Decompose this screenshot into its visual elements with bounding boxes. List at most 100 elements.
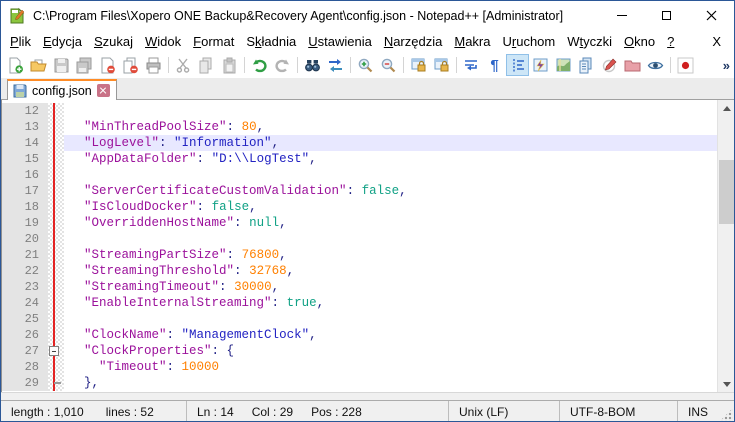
fold-marker[interactable] [48, 103, 64, 119]
code-line[interactable]: "AppDataFolder": "D:\\LogTest", [64, 151, 734, 167]
replace-icon[interactable] [324, 54, 347, 76]
monitoring-eye-icon[interactable] [644, 54, 667, 76]
status-cursor-position[interactable]: Ln : 14 Col : 29 Pos : 228 [186, 401, 448, 422]
line-number[interactable]: 29 [2, 375, 48, 391]
code-line[interactable]: "StreamingPartSize": 76800, [64, 247, 734, 263]
code-line[interactable]: "LogLevel": "Information", [64, 135, 734, 151]
menu-item[interactable]: Narzędzia [378, 32, 449, 51]
fold-marker[interactable] [48, 295, 64, 311]
gutter-margin[interactable] [48, 359, 64, 375]
edit-pencil-icon[interactable] [598, 54, 621, 76]
line-number[interactable]: 22 [2, 263, 48, 279]
fold-marker[interactable] [48, 231, 64, 247]
gutter-margin[interactable] [48, 151, 64, 167]
code-line[interactable]: "Timeout": 10000 [64, 359, 734, 375]
code-line[interactable]: }, [64, 375, 734, 391]
fold-marker[interactable] [48, 247, 64, 263]
menu-item[interactable]: Plik [4, 32, 37, 51]
line-number[interactable]: 18 [2, 199, 48, 215]
fold-marker[interactable] [48, 279, 64, 295]
gutter-margin[interactable] [48, 199, 64, 215]
code-line[interactable]: "MinThreadPoolSize": 80, [64, 119, 734, 135]
gutter-margin[interactable] [48, 343, 64, 359]
fold-marker[interactable] [48, 343, 64, 359]
menu-item[interactable]: Widok [139, 32, 187, 51]
line-number[interactable]: 12 [2, 103, 48, 119]
fold-marker[interactable] [48, 183, 64, 199]
gutter-margin[interactable] [48, 119, 64, 135]
code-line[interactable]: "OverriddenHostName": null, [64, 215, 734, 231]
line-number[interactable]: 24 [2, 295, 48, 311]
gutter-margin[interactable] [48, 215, 64, 231]
line-number[interactable]: 23 [2, 279, 48, 295]
macro-record-icon[interactable] [674, 54, 697, 76]
menu-item[interactable]: Okno [618, 32, 661, 51]
cut-icon[interactable] [172, 54, 195, 76]
code-line[interactable]: "ServerCertificateCustomValidation": fal… [64, 183, 734, 199]
undo-icon[interactable] [248, 54, 271, 76]
code-line[interactable] [64, 311, 734, 327]
code-line[interactable]: "StreamingTimeout": 30000, [64, 279, 734, 295]
maximize-button[interactable] [644, 1, 689, 30]
line-number[interactable]: 17 [2, 183, 48, 199]
menu-close-document-button[interactable]: X [702, 32, 731, 51]
tab-config-json[interactable]: config.json [7, 79, 117, 100]
gutter-margin[interactable] [48, 375, 64, 391]
line-number[interactable]: 28 [2, 359, 48, 375]
gutter-margin[interactable] [48, 247, 64, 263]
menu-item[interactable]: Uruchom [496, 32, 561, 51]
fold-marker[interactable] [48, 199, 64, 215]
gutter-margin[interactable] [48, 103, 64, 119]
gutter-margin[interactable] [48, 231, 64, 247]
copy-icon[interactable] [195, 54, 218, 76]
fold-marker[interactable] [48, 311, 64, 327]
line-number[interactable]: 13 [2, 119, 48, 135]
print-icon[interactable] [142, 54, 165, 76]
fold-marker[interactable] [48, 167, 64, 183]
word-wrap-icon[interactable] [460, 54, 483, 76]
save-all-icon[interactable] [73, 54, 96, 76]
menu-item[interactable]: Format [187, 32, 240, 51]
code-line[interactable]: "ClockProperties": { [64, 343, 734, 359]
close-button[interactable] [689, 1, 734, 30]
open-file-icon[interactable] [27, 54, 50, 76]
gutter-margin[interactable] [48, 327, 64, 343]
code-line[interactable]: "EnableInternalStreaming": true, [64, 295, 734, 311]
gutter-margin[interactable] [48, 135, 64, 151]
code-line[interactable]: "StreamingThreshold": 32768, [64, 263, 734, 279]
gutter-margin[interactable] [48, 279, 64, 295]
tab-close-icon[interactable] [97, 84, 110, 97]
code-line[interactable]: "ClockName": "ManagementClock", [64, 327, 734, 343]
fold-marker[interactable] [48, 135, 64, 151]
line-number[interactable]: 27 [2, 343, 48, 359]
fold-marker[interactable] [48, 359, 64, 375]
line-number[interactable]: 15 [2, 151, 48, 167]
function-list-icon[interactable] [529, 54, 552, 76]
menu-item[interactable]: Składnia [240, 32, 302, 51]
gutter-margin[interactable] [48, 263, 64, 279]
indent-guide-icon[interactable] [506, 54, 529, 76]
fold-marker[interactable] [48, 375, 64, 391]
zoom-out-icon[interactable] [377, 54, 400, 76]
status-encoding[interactable]: UTF-8-BOM [559, 401, 677, 422]
status-document-stats[interactable]: length : 1,010 lines : 52 [1, 401, 186, 422]
zoom-in-icon[interactable] [354, 54, 377, 76]
paste-icon[interactable] [218, 54, 241, 76]
gutter-margin[interactable] [48, 295, 64, 311]
gutter-margin[interactable] [48, 167, 64, 183]
title-bar[interactable]: C:\Program Files\Xopero ONE Backup&Recov… [1, 1, 734, 30]
toolbar-overflow-chevron[interactable]: » [723, 58, 730, 73]
line-number[interactable]: 25 [2, 311, 48, 327]
code-line[interactable]: "IsCloudDocker": false, [64, 199, 734, 215]
fold-marker[interactable] [48, 263, 64, 279]
code-line[interactable] [64, 103, 734, 119]
code-line[interactable] [64, 231, 734, 247]
line-number[interactable]: 21 [2, 247, 48, 263]
vertical-scrollbar[interactable] [717, 100, 734, 392]
sync-vertical-icon[interactable] [407, 54, 430, 76]
fold-marker[interactable] [48, 327, 64, 343]
save-icon[interactable] [50, 54, 73, 76]
find-icon[interactable] [301, 54, 324, 76]
folder-as-workspace-icon[interactable] [621, 54, 644, 76]
menu-item[interactable]: Ustawienia [302, 32, 378, 51]
